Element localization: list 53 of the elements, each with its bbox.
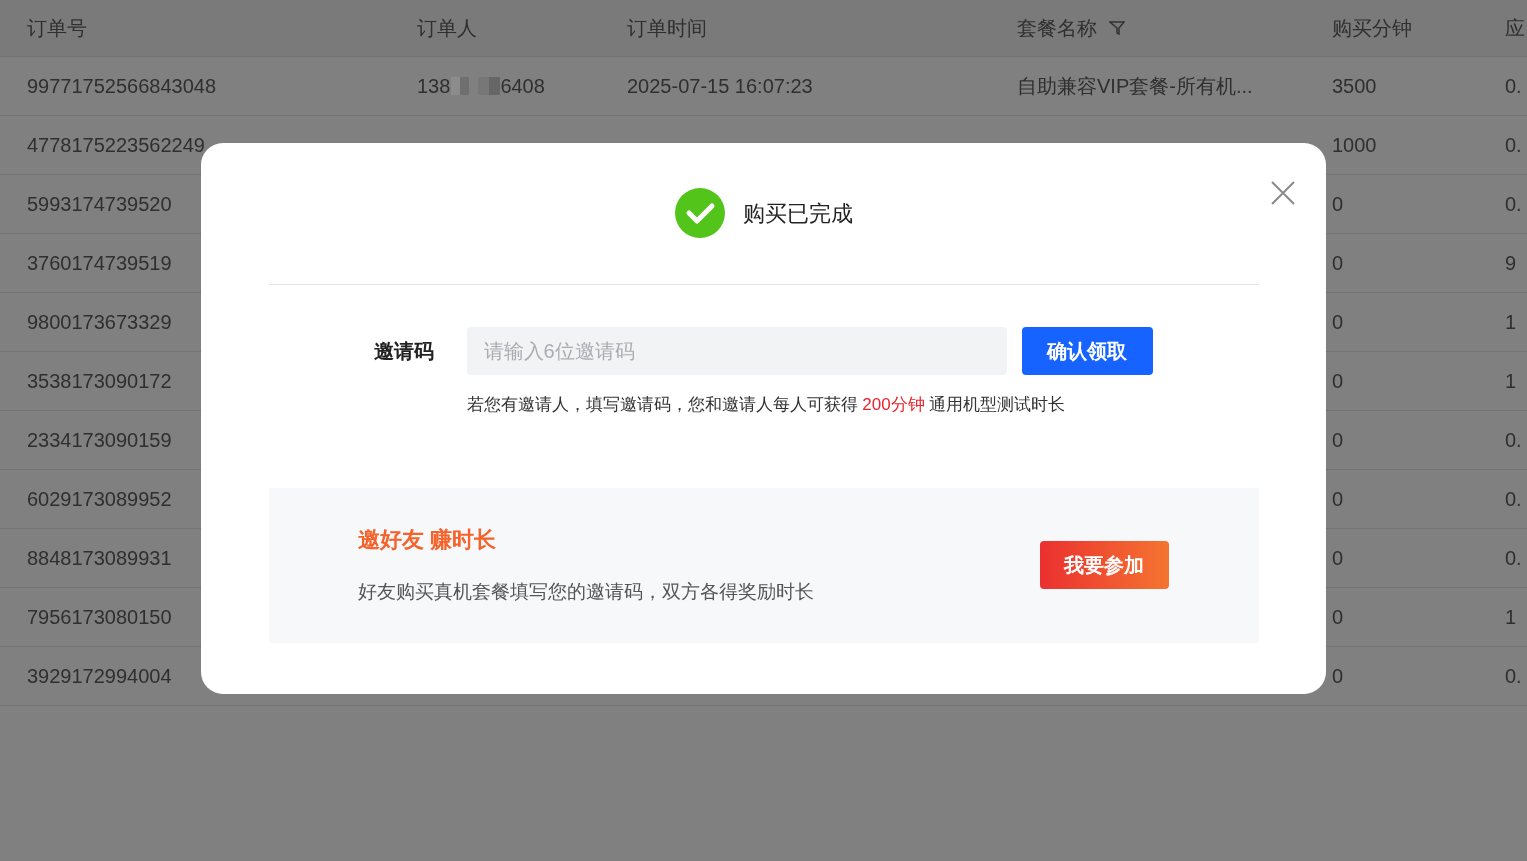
table-cell: 0 [1332, 193, 1344, 215]
table-cell: 3538173090172 [27, 370, 172, 392]
column-header: 订单人 [417, 16, 477, 41]
table-cell: 2025-07-15 16:07:23 [627, 75, 813, 97]
confirm-button[interactable]: 确认领取 [1021, 327, 1153, 375]
table-cell: 1 [1505, 311, 1517, 333]
table-cell: 0. [1505, 665, 1522, 687]
table-cell: 0. [1505, 134, 1522, 156]
table-cell: 8848173089931 [27, 547, 172, 569]
table-cell: 0. [1505, 547, 1522, 569]
table-cell: 0 [1332, 252, 1344, 274]
table-cell: 99771752566843048 [27, 75, 217, 97]
table-cell: 0. [1505, 75, 1522, 97]
table-cell: 0 [1332, 311, 1344, 333]
table-cell: 2334173090159 [27, 429, 172, 451]
join-button[interactable]: 我要参加 [1039, 541, 1169, 589]
field-label: 邀请码 [373, 339, 435, 364]
table-cell: 1 [1505, 370, 1517, 392]
column-header: 套餐名称 [1017, 16, 1097, 41]
table-cell: 3500 [1332, 75, 1377, 97]
table-cell: 3760174739519 [27, 252, 172, 274]
masked-phone: 138 6408 [417, 74, 545, 99]
success-check-icon [674, 188, 725, 238]
table-cell: 0 [1332, 429, 1344, 451]
table-cell: 4778175223562249 [27, 134, 205, 156]
table-cell: 9 [1505, 252, 1517, 274]
invite-code-field[interactable]: 请输入6位邀请码 [466, 327, 1007, 375]
dialog-title: 购买已完成 [742, 199, 853, 228]
table-cell: 0. [1505, 488, 1522, 510]
table-cell: 5993174739520 [27, 193, 172, 215]
promo-title: 邀好友 赚时长 [357, 526, 497, 555]
invite-hint: 若您有邀请人，填写邀请码，您和邀请人每人可获得 200分钟 通用机型测试时长 [466, 394, 1067, 416]
column-header: 购买分钟 [1332, 16, 1412, 41]
table-cell: 7956173080150 [27, 606, 172, 628]
table-cell: 3929172994004 [27, 665, 172, 687]
table-cell: 9800173673329 [27, 311, 172, 333]
table-cell: 6029173089952 [27, 488, 172, 510]
column-header: 应 [1505, 16, 1525, 41]
table-cell: 1000 [1332, 134, 1377, 156]
close-button[interactable] [1270, 180, 1296, 206]
promo-description: 好友购买真机套餐填写您的邀请码，双方各得奖励时长 [357, 580, 814, 605]
table-cell: 0 [1332, 547, 1344, 569]
table-cell: 0 [1332, 665, 1344, 687]
column-header: 订单号 [27, 16, 87, 41]
table-cell: 0 [1332, 606, 1344, 628]
table-cell: 0. [1505, 429, 1522, 451]
table-cell: 自助兼容VIP套餐-所有机... [1017, 75, 1253, 97]
table-cell: 1 [1505, 606, 1517, 628]
table-cell: 0 [1332, 488, 1344, 510]
table-cell: 0 [1332, 370, 1344, 392]
table-cell: 0. [1505, 193, 1522, 215]
column-header: 订单时间 [627, 16, 707, 41]
filter-icon[interactable] [1109, 20, 1125, 36]
